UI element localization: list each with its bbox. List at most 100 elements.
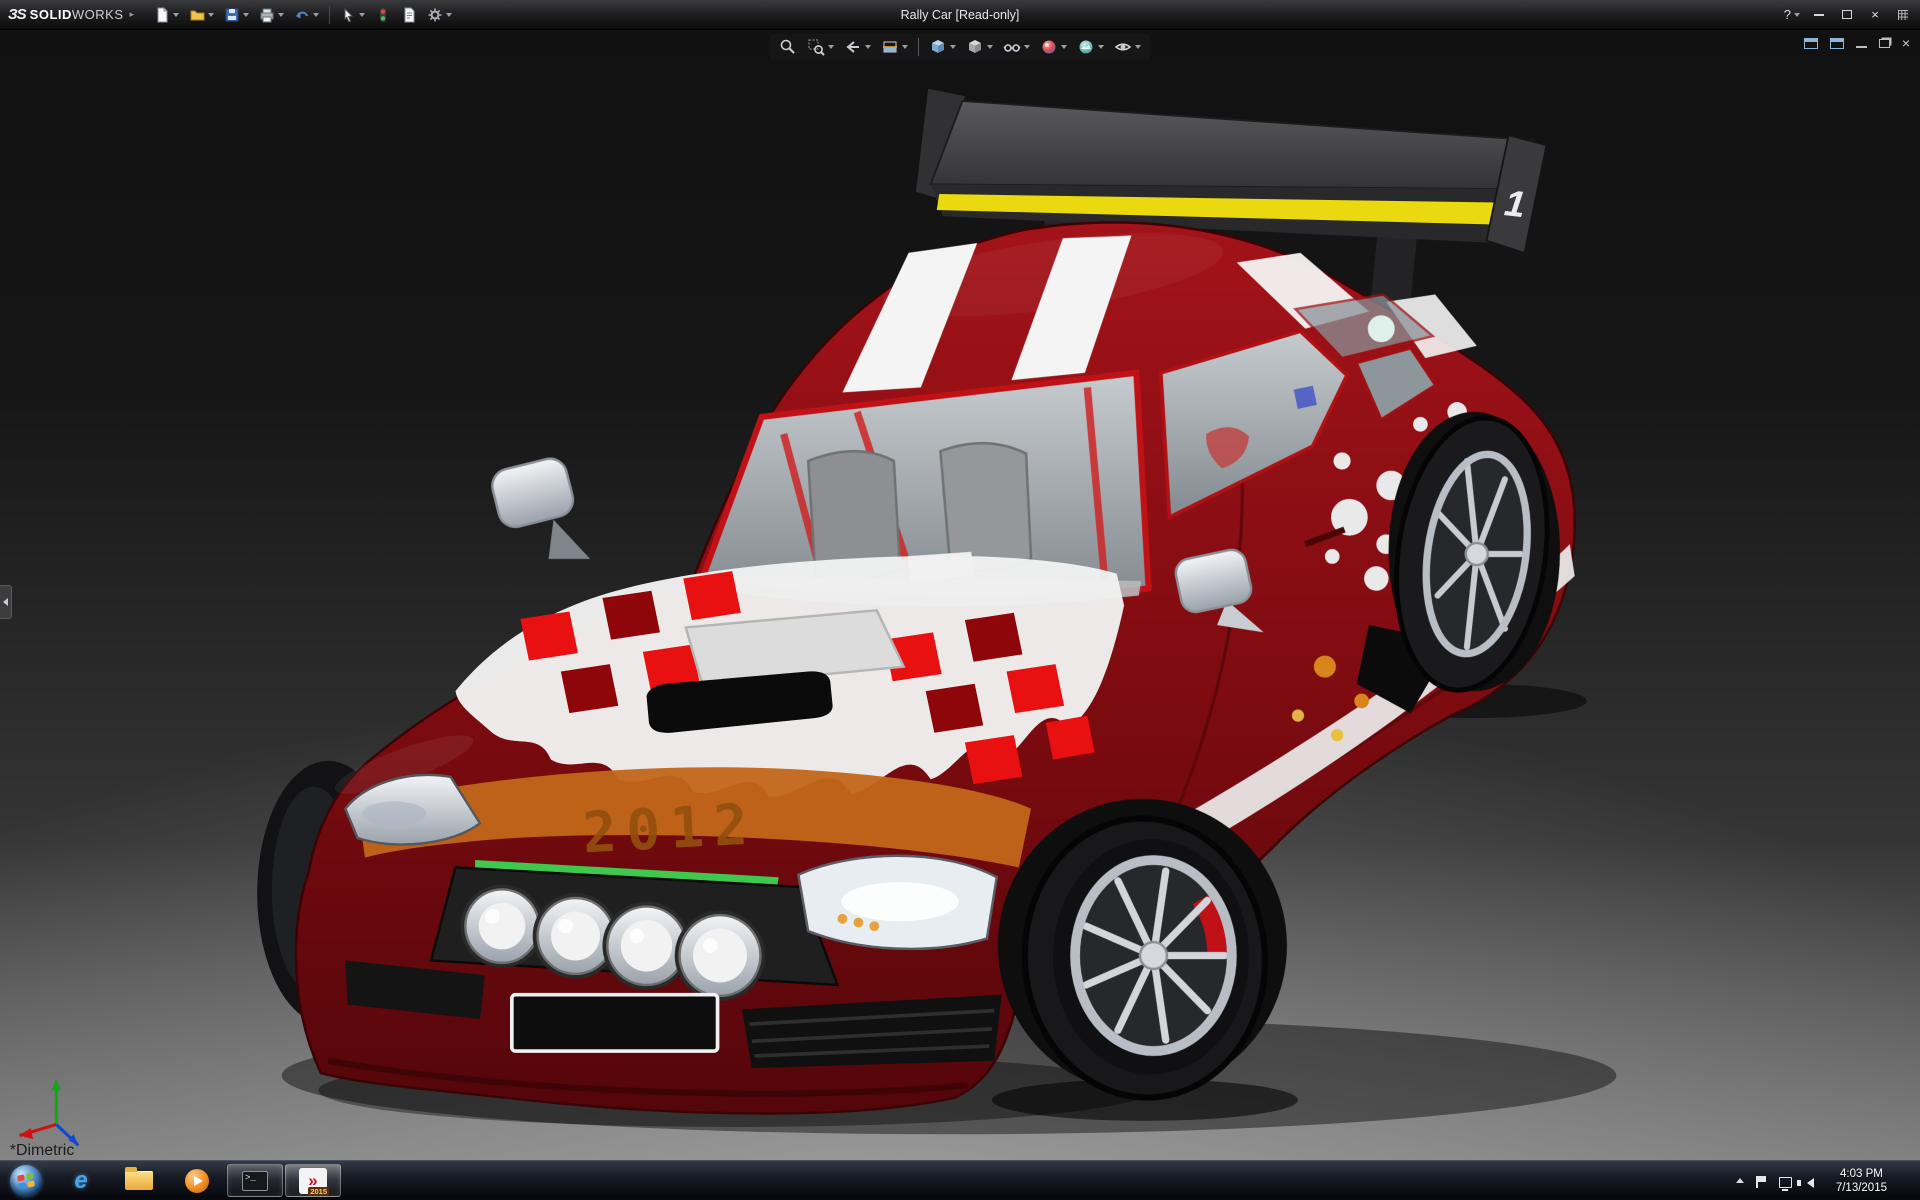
options-gear-icon [427, 7, 443, 23]
select-button[interactable] [336, 5, 369, 25]
display-style-caret[interactable] [987, 45, 993, 49]
hide-show-items-button[interactable] [1000, 36, 1033, 58]
save-dropdown-caret[interactable] [243, 13, 249, 17]
new-window-icon[interactable] [1804, 38, 1818, 49]
apply-scene-caret[interactable] [1098, 45, 1104, 49]
hud-separator [918, 38, 919, 56]
view-settings-button[interactable] [1111, 36, 1144, 58]
file-properties-icon [401, 7, 417, 23]
taskbar-command-prompt[interactable]: >_ [227, 1164, 283, 1197]
window-title: Rally Car [Read-only] [901, 0, 1020, 30]
titlebar-controls: ? × [1784, 7, 1920, 22]
3d-model-canvas[interactable]: 1 [0, 30, 1920, 1160]
previous-view-button[interactable] [841, 36, 874, 58]
rebuild-button[interactable] [371, 5, 395, 25]
rebuild-stoplight-icon [375, 7, 391, 23]
year-decal: 2012 [581, 792, 759, 866]
help-dropdown-caret[interactable] [1794, 13, 1800, 17]
section-view-button[interactable] [878, 36, 911, 58]
save-button[interactable] [220, 5, 253, 25]
doc-minimize-button[interactable] [1856, 46, 1867, 48]
edit-appearance-button[interactable] [1037, 36, 1070, 58]
zoom-to-area-button[interactable] [804, 36, 837, 58]
feature-manager-collapse-handle[interactable] [0, 585, 12, 619]
print-dropdown-caret[interactable] [278, 13, 284, 17]
tray-volume-icon[interactable] [1803, 1174, 1819, 1188]
tray-network-icon[interactable] [1778, 1174, 1794, 1188]
options-button[interactable] [423, 5, 456, 25]
clock-date: 7/13/2015 [1836, 1181, 1887, 1195]
grid-corner-icon[interactable] [1894, 8, 1912, 22]
ds-logo-icon: ЗS [8, 6, 26, 23]
undo-dropdown-caret[interactable] [313, 13, 319, 17]
taskbar-solidworks[interactable]: » 2015 [285, 1164, 341, 1197]
tray-flag-icon[interactable] [1753, 1174, 1769, 1188]
solidworks-app-window: ЗS SOLIDWORKS ▸ [0, 0, 1920, 1200]
graphics-viewport[interactable]: 1 [0, 30, 1920, 1160]
apply-scene-button[interactable] [1074, 36, 1107, 58]
restore-button[interactable] [1838, 8, 1856, 22]
options-dropdown-caret[interactable] [446, 13, 452, 17]
solidworks-logo: ЗS SOLIDWORKS ▸ [0, 6, 144, 23]
internet-explorer-icon: e [74, 1167, 87, 1195]
taskbar-media-player[interactable] [169, 1164, 225, 1197]
zoom-to-fit-button[interactable] [776, 36, 800, 58]
open-button[interactable] [185, 5, 218, 25]
new-document-icon [154, 7, 170, 23]
hide-show-glasses-icon [1003, 38, 1021, 56]
folder-icon [125, 1171, 153, 1190]
zoom-to-fit-icon [779, 38, 797, 56]
windows-taskbar: e >_ » 2015 4:03 PM 7/13/2015 [0, 1160, 1920, 1200]
reference-triad [20, 1080, 79, 1145]
printer-icon [259, 7, 275, 23]
edit-appearance-ball-icon [1040, 38, 1058, 56]
hide-show-caret[interactable] [1024, 45, 1030, 49]
taskbar-clock[interactable]: 4:03 PM 7/13/2015 [1828, 1167, 1895, 1195]
view-settings-caret[interactable] [1135, 45, 1141, 49]
license-plate [512, 995, 718, 1051]
zoom-area-caret[interactable] [828, 45, 834, 49]
tile-window-icon[interactable] [1830, 38, 1844, 49]
section-view-icon [881, 38, 899, 56]
title-bar: ЗS SOLIDWORKS ▸ [0, 0, 1920, 30]
close-button[interactable]: × [1866, 8, 1884, 22]
brand-name: SOLIDWORKS [30, 7, 124, 22]
new-dropdown-caret[interactable] [173, 13, 179, 17]
section-view-caret[interactable] [902, 45, 908, 49]
solidworks-app-icon: » 2015 [299, 1168, 327, 1194]
media-player-icon [185, 1169, 209, 1193]
windows-orb-icon [10, 1165, 42, 1197]
start-button[interactable] [0, 1161, 52, 1200]
minimize-button[interactable] [1810, 8, 1828, 22]
rear-deck-detail [1368, 315, 1395, 342]
select-dropdown-caret[interactable] [359, 13, 365, 17]
display-style-button[interactable] [963, 36, 996, 58]
view-orientation-caret[interactable] [950, 45, 956, 49]
brand-chevron-icon[interactable]: ▸ [130, 9, 135, 20]
new-button[interactable] [150, 5, 183, 25]
solidworks-version-badge: 2015 [308, 1187, 329, 1196]
file-properties-button[interactable] [397, 5, 421, 25]
doc-close-button[interactable]: × [1902, 36, 1910, 50]
doc-restore-button[interactable] [1879, 39, 1890, 48]
mirror-left [489, 455, 577, 530]
apply-scene-icon [1077, 38, 1095, 56]
help-button[interactable]: ? [1784, 7, 1800, 22]
open-folder-icon [189, 7, 205, 23]
print-button[interactable] [255, 5, 288, 25]
edit-appearance-caret[interactable] [1061, 45, 1067, 49]
command-prompt-icon: >_ [242, 1171, 268, 1191]
taskbar-internet-explorer[interactable]: e [53, 1164, 109, 1197]
open-dropdown-caret[interactable] [208, 13, 214, 17]
system-tray: 4:03 PM 7/13/2015 [1732, 1161, 1920, 1200]
select-cursor-icon [340, 7, 356, 23]
undo-button[interactable] [290, 5, 323, 25]
taskbar-file-explorer[interactable] [111, 1164, 167, 1197]
clock-time: 4:03 PM [1836, 1167, 1887, 1181]
view-settings-eye-icon [1114, 38, 1132, 56]
show-hidden-icons-button[interactable] [1736, 1178, 1744, 1183]
previous-view-icon [844, 38, 862, 56]
previous-view-caret[interactable] [865, 45, 871, 49]
view-orientation-button[interactable] [926, 36, 959, 58]
view-orientation-label: *Dimetric [10, 1142, 75, 1159]
